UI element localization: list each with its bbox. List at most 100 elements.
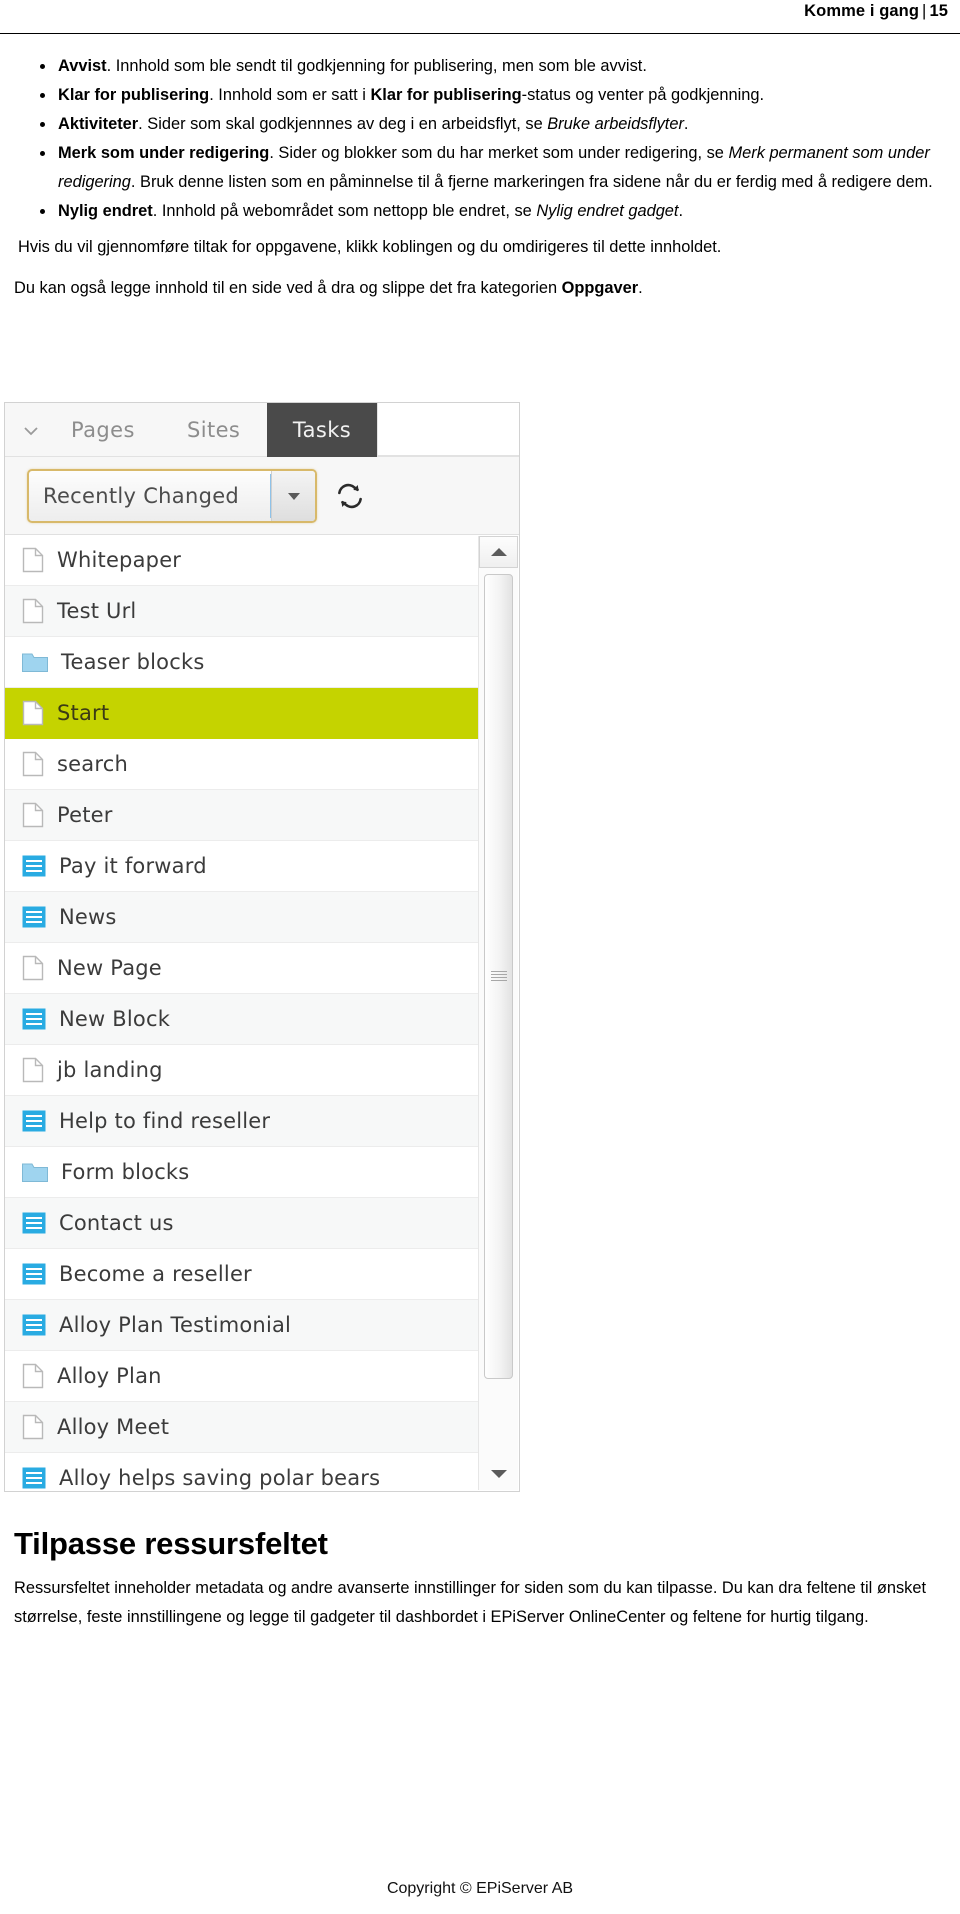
task-list-item[interactable]: News (5, 892, 478, 943)
bullet-text-2: . Bruk denne listen som en påminnelse ti… (130, 173, 933, 191)
task-list-item-label: News (59, 905, 117, 929)
bullet-text-2: . (678, 202, 684, 220)
task-list-item[interactable]: jb landing (5, 1045, 478, 1096)
paragraph-text: Du kan også legge innhold til en side ve… (14, 279, 562, 297)
page-header: Komme i gang | 15 (0, 0, 960, 34)
task-list-item-label: Whitepaper (57, 548, 182, 572)
task-list-item[interactable]: Contact us (5, 1198, 478, 1249)
task-list-item[interactable]: Help to find reseller (5, 1096, 478, 1147)
task-list-item-label: Become a reseller (59, 1262, 252, 1286)
scroll-up-arrow-icon[interactable] (479, 536, 518, 568)
bullet-text: . Sider og blokker som du har merket som… (269, 144, 729, 162)
task-list-item[interactable]: Alloy helps saving polar bears (5, 1453, 478, 1491)
task-list-item-label: Form blocks (61, 1160, 190, 1184)
folder-icon (22, 651, 48, 673)
list-item: Avvist. Innhold som ble sendt til godkje… (0, 52, 960, 81)
task-list-item[interactable]: Pay it forward (5, 841, 478, 892)
scrollbar-thumb[interactable] (484, 574, 513, 1379)
task-filter-select[interactable]: Recently Changed (27, 469, 317, 523)
block-icon (22, 1007, 46, 1031)
scroll-down-arrow-icon[interactable] (479, 1458, 518, 1490)
task-list-item-label: Alloy Plan Testimonial (59, 1313, 292, 1337)
paragraph-drag-drop: Du kan også legge innhold til en side ve… (0, 274, 960, 303)
paragraph-tasks-link: Hvis du vil gjennomføre tiltak for oppga… (18, 238, 722, 256)
refresh-icon[interactable] (335, 481, 365, 511)
block-icon (22, 854, 46, 878)
task-list-item-label: New Page (57, 956, 162, 980)
list-item: Klar for publisering. Innhold som er sat… (0, 81, 960, 110)
bullet-term: Nylig endret (58, 202, 153, 220)
task-list-item[interactable]: Alloy Meet (5, 1402, 478, 1453)
task-list-item[interactable]: Become a reseller (5, 1249, 478, 1300)
task-list-item-label: Teaser blocks (61, 650, 205, 674)
chevron-down-icon[interactable] (271, 471, 315, 521)
task-list-scrollbar[interactable] (478, 536, 518, 1490)
task-list-item[interactable]: Alloy Plan Testimonial (5, 1300, 478, 1351)
screenshot-figure: Pages Sites Tasks Recently Changed White… (4, 402, 520, 1492)
page-icon (22, 955, 44, 981)
bullet-text-2: -status og venter på godkjenning. (521, 86, 765, 104)
task-list-item[interactable]: New Page (5, 943, 478, 994)
paragraph-bold-term: Oppgaver (561, 279, 639, 297)
task-list-item[interactable]: Alloy Plan (5, 1351, 478, 1402)
bullet-text-2: . (683, 115, 689, 133)
page-icon (22, 751, 44, 777)
page-footer: Copyright © EPiServer AB (386, 1880, 574, 1897)
pane-toolbar: Recently Changed (5, 457, 519, 535)
page-icon (22, 1057, 44, 1083)
task-list-item[interactable]: Test Url (5, 586, 478, 637)
section-customize-assets: Tilpasse ressursfeltet Ressursfeltet inn… (0, 1524, 960, 1632)
task-list-item-label: Help to find reseller (59, 1109, 271, 1133)
bullet-list: Avvist. Innhold som ble sendt til godkje… (0, 52, 960, 226)
page-header-separator: | (922, 2, 927, 20)
task-list-item-label: Alloy Plan (57, 1364, 162, 1388)
block-icon (22, 1466, 46, 1490)
block-icon (22, 1211, 46, 1235)
task-list-item[interactable]: Start (5, 688, 478, 739)
tab-pages[interactable]: Pages (57, 403, 149, 457)
task-list-item[interactable]: Teaser blocks (5, 637, 478, 688)
page-icon (22, 598, 44, 624)
bullet-text: . Innhold som er satt i (209, 86, 371, 104)
task-filter-value: Recently Changed (43, 484, 240, 508)
task-list-viewport: Whitepaper Test Url Teaser blocks Start sear… (5, 535, 519, 1491)
task-list-item[interactable]: Peter (5, 790, 478, 841)
chevron-down-icon[interactable] (21, 421, 41, 441)
tab-sites[interactable]: Sites (173, 403, 254, 457)
bullet-term: Avvist (58, 57, 107, 75)
bullet-term: Merk som under redigering (58, 144, 270, 162)
list-item: Merk som under redigering. Sider og blok… (0, 139, 960, 197)
page-number: 15 (929, 2, 948, 20)
task-list-item[interactable]: New Block (5, 994, 478, 1045)
bullet-emphasis: Bruke arbeidsflyter (547, 115, 684, 133)
task-list-item[interactable]: Form blocks (5, 1147, 478, 1198)
page-icon (22, 802, 44, 828)
block-icon (22, 905, 46, 929)
bullet-text: . Innhold på webområdet som nettopp ble … (152, 202, 537, 220)
folder-icon (22, 1161, 48, 1183)
task-list-item[interactable]: Whitepaper (5, 535, 478, 586)
task-list-item-label: Start (57, 701, 110, 725)
task-list-item-label: New Block (59, 1007, 171, 1031)
task-list-item-label: Peter (57, 803, 113, 827)
bullet-emphasis: Klar for publisering (370, 86, 522, 104)
task-list-item-label: Pay it forward (59, 854, 207, 878)
document-body: Avvist. Innhold som ble sendt til godkje… (0, 52, 960, 303)
tabbar-filler (377, 403, 519, 456)
bullet-term: Aktiviteter (58, 115, 139, 133)
bullet-text: . Sider som skal godkjennnes av deg i en… (138, 115, 548, 133)
block-icon (22, 1109, 46, 1133)
task-list-item[interactable]: search (5, 739, 478, 790)
page-icon (22, 1363, 44, 1389)
page-header-text: Komme i gang | 15 (804, 2, 948, 21)
task-list-item-label: search (57, 752, 128, 776)
page-header-title: Komme i gang (804, 2, 920, 20)
section-title: Tilpasse ressursfeltet (14, 1526, 328, 1561)
task-list-item-label: Test Url (57, 599, 137, 623)
block-icon (22, 1313, 46, 1337)
tab-tasks[interactable]: Tasks (267, 403, 377, 466)
list-item: Aktiviteter. Sider som skal godkjennnes … (0, 110, 960, 139)
task-list-item-label: Contact us (59, 1211, 174, 1235)
task-list: Whitepaper Test Url Teaser blocks Start sear… (5, 535, 478, 1491)
bullet-emphasis: Nylig endret gadget (536, 202, 679, 220)
